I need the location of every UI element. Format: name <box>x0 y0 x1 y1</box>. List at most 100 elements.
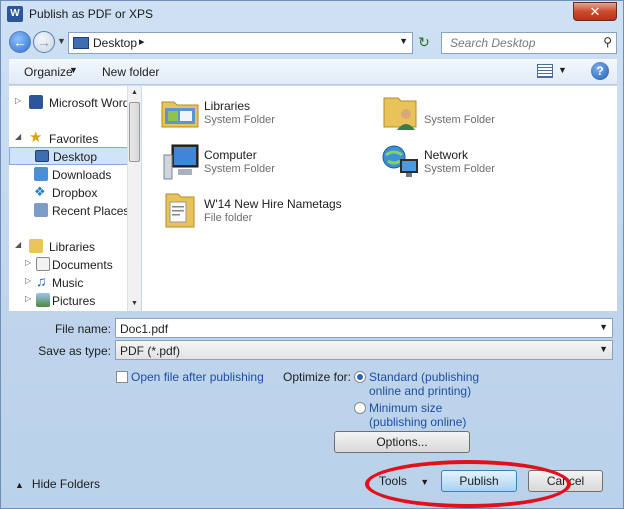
file-item-computer[interactable]: Computer System Folder <box>160 141 360 185</box>
chevron-down-icon[interactable]: ▼ <box>599 344 608 354</box>
standard-option-line1: Standard (publishing <box>369 370 480 384</box>
refresh-icon[interactable]: ↻ <box>415 35 433 51</box>
file-type: File folder <box>204 212 253 224</box>
tree-item-label: Documents <box>52 258 113 272</box>
back-arrow-icon[interactable]: ← <box>9 31 31 53</box>
search-icon[interactable]: ⚲ <box>603 35 612 49</box>
scrollbar-thumb[interactable] <box>129 102 140 162</box>
scroll-up-icon[interactable]: ▲ <box>128 86 141 100</box>
minimum-size-option-label[interactable]: Minimum size (publishing online) <box>369 401 466 429</box>
options-button[interactable]: Options... <box>334 431 470 453</box>
word-app-icon: W <box>7 6 23 22</box>
chevron-down-icon[interactable]: ▼ <box>399 36 408 46</box>
address-bar[interactable]: Desktop ▸ ▼ <box>68 32 413 54</box>
recent-places-icon <box>34 203 48 217</box>
chevron-down-icon[interactable]: ▼ <box>599 322 608 332</box>
tree-item-desktop[interactable]: Desktop <box>9 147 129 165</box>
minimum-size-radio[interactable] <box>354 402 366 414</box>
tree-item-label: Dropbox <box>52 186 98 200</box>
address-text[interactable]: Desktop <box>93 36 137 50</box>
music-icon: ♫ <box>36 273 47 289</box>
file-name-value[interactable]: Doc1.pdf <box>120 322 168 336</box>
save-as-type-label: Save as type: <box>38 344 111 358</box>
star-icon: ★ <box>29 129 43 146</box>
tree-item-microsoft-word[interactable]: ▷ Microsoft Word <box>15 94 133 112</box>
documents-icon <box>36 257 50 271</box>
libraries-icon <box>29 239 43 253</box>
search-input[interactable]: Search Desktop ⚲ <box>441 32 617 54</box>
file-item-user-folder[interactable]: System Folder <box>380 92 580 136</box>
tree-item-label: Libraries <box>49 240 96 254</box>
desktop-icon <box>73 37 89 49</box>
help-icon[interactable]: ? <box>591 62 609 80</box>
new-folder-button[interactable]: New folder <box>102 65 159 79</box>
nav-pane-scrollbar[interactable]: ▲ ▼ <box>127 86 141 311</box>
tree-item-label: Recent Places <box>52 204 130 218</box>
title-bar: W Publish as PDF or XPS ✕ <box>1 1 623 27</box>
expand-icon[interactable]: ▷ <box>25 276 31 285</box>
scroll-down-icon[interactable]: ▼ <box>128 297 141 311</box>
chevron-down-icon[interactable]: ▼ <box>69 65 78 75</box>
close-button[interactable]: ✕ <box>573 2 617 21</box>
tree-item-label: Pictures <box>52 294 96 308</box>
file-name: Network <box>424 148 469 162</box>
file-item-libraries[interactable]: Libraries System Folder <box>160 92 360 136</box>
file-name: W'14 New Hire Nametags <box>204 197 342 211</box>
standard-option-line2: online and printing) <box>369 384 472 398</box>
tree-item-favorites[interactable]: ◢ ★ Favorites <box>15 130 133 148</box>
tree-item-label: Downloads <box>52 168 112 182</box>
tree-item-documents[interactable]: ▷ Documents <box>25 256 133 274</box>
forward-arrow-icon[interactable]: → <box>33 31 55 53</box>
save-as-type-select[interactable]: PDF (*.pdf) ▼ <box>115 340 613 360</box>
file-type: System Folder <box>424 114 495 126</box>
tree-item-downloads[interactable]: Downloads <box>15 166 133 184</box>
expand-icon[interactable]: ▷ <box>25 258 31 267</box>
computer-icon <box>163 144 199 180</box>
tree-item-music[interactable]: ▷ ♫ Music <box>25 274 133 292</box>
dialog-window: W Publish as PDF or XPS ✕ ← → ▼ Desktop … <box>0 0 624 509</box>
expand-icon[interactable]: ▷ <box>15 96 21 105</box>
search-placeholder: Search Desktop <box>450 36 536 50</box>
window-title: Publish as PDF or XPS <box>29 7 154 21</box>
open-after-publishing-checkbox[interactable] <box>116 371 128 383</box>
collapse-icon[interactable]: ◢ <box>15 132 21 141</box>
file-name: Computer <box>204 148 257 162</box>
file-item-network[interactable]: Network System Folder <box>380 141 580 185</box>
chevron-right-icon[interactable]: ▸ <box>139 35 145 48</box>
hide-folders-label: Hide Folders <box>31 477 100 491</box>
standard-option-label[interactable]: Standard (publishing online and printing… <box>369 370 479 398</box>
tree-item-pictures[interactable]: ▷ Pictures <box>25 292 133 310</box>
minimum-option-line2: (publishing online) <box>369 415 467 429</box>
save-as-type-value: PDF (*.pdf) <box>120 344 181 358</box>
collapse-icon[interactable]: ◢ <box>15 240 21 249</box>
tree-item-label: Desktop <box>53 150 98 164</box>
tree-item-dropbox[interactable]: ❖ Dropbox <box>15 184 133 202</box>
standard-radio[interactable] <box>354 371 366 383</box>
optimize-for-label: Optimize for: <box>282 370 351 384</box>
annotation-highlight-ellipse <box>365 460 571 508</box>
view-options-icon[interactable] <box>537 64 553 78</box>
expand-icon[interactable]: ▷ <box>25 294 31 303</box>
navigation-pane: ▷ Microsoft Word ◢ ★ Favorites Desktop D… <box>9 86 141 311</box>
word-icon <box>29 95 43 109</box>
network-icon <box>382 145 418 177</box>
tree-item-label: Music <box>52 276 84 290</box>
file-type: System Folder <box>204 114 275 126</box>
file-name-field[interactable]: Doc1.pdf ▼ <box>115 318 613 338</box>
file-item-nametags-folder[interactable]: W'14 New Hire Nametags File folder <box>160 190 380 234</box>
organize-button[interactable]: Organize <box>24 65 73 79</box>
hide-folders-button[interactable]: ▲ Hide Folders <box>15 477 100 491</box>
open-after-publishing-label[interactable]: Open file after publishing <box>131 370 264 384</box>
navigation-bar: ← → ▼ Desktop ▸ ▼ ↻ Search Desktop ⚲ <box>1 28 623 56</box>
downloads-icon <box>34 167 48 181</box>
file-type: System Folder <box>424 163 495 175</box>
user-folder-icon <box>383 97 417 130</box>
tree-item-libraries[interactable]: ◢ Libraries <box>15 238 133 256</box>
file-type: System Folder <box>204 163 275 175</box>
tree-item-recent-places[interactable]: Recent Places <box>15 202 133 220</box>
chevron-down-icon[interactable]: ▼ <box>558 65 567 75</box>
recent-pages-dropdown-icon[interactable]: ▼ <box>57 36 66 46</box>
file-name: Libraries <box>204 99 251 113</box>
save-options-panel: File name: Doc1.pdf ▼ Save as type: PDF … <box>1 313 623 509</box>
file-list: Libraries System Folder System Folder Co… <box>142 86 617 311</box>
